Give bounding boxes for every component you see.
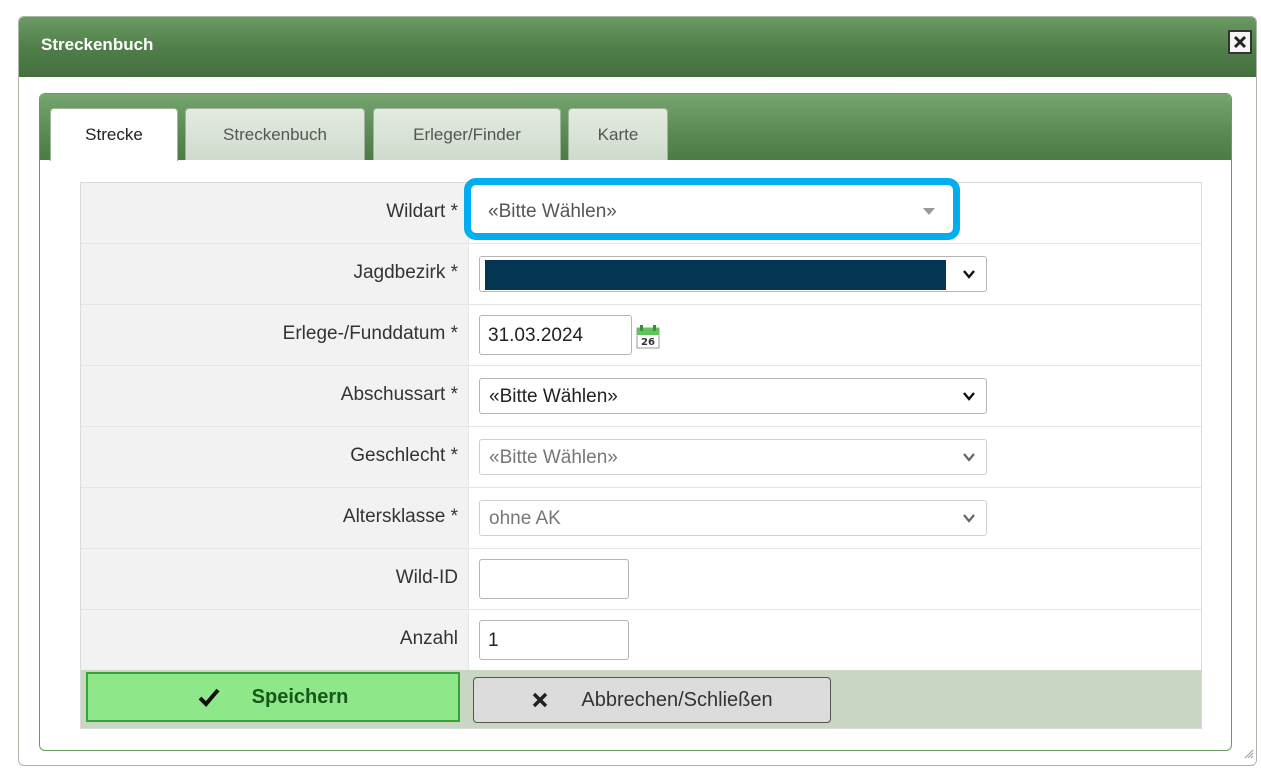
row-geschlecht: Geschlecht * «Bitte Wählen» [81,427,1201,488]
streckenbuch-dialog: Streckenbuch Strecke Streckenbuch Erlege… [18,16,1257,766]
altersklasse-label: Altersklasse * [342,506,458,527]
wildart-label: Wildart * [386,201,458,222]
label-cell: Anzahl [81,610,469,670]
abschussart-value: «Bitte Wählen» [489,386,618,407]
row-datum: Erlege-/Funddatum * 31.03.2024 26 [81,305,1201,366]
row-wildart: Wildart * «Bitte Wählen» [81,178,1201,244]
geschlecht-value: «Bitte Wählen» [489,447,618,468]
abschussart-select[interactable]: «Bitte Wählen» [479,378,987,414]
wildart-highlight: «Bitte Wählen» [464,178,960,240]
label-cell: Geschlecht * [81,427,469,487]
anzahl-input[interactable]: 1 [479,620,629,660]
anzahl-label: Anzahl [399,628,458,649]
datum-input[interactable]: 31.03.2024 [479,315,632,355]
wild-id-input[interactable] [479,559,629,599]
label-cell: Abschussart * [81,366,469,426]
close-icon [533,692,548,708]
tab-bar: Strecke Streckenbuch Erleger/Finder Kart… [40,94,1231,161]
cancel-close-button[interactable]: Abbrechen/Schließen [473,677,831,723]
row-abschussart: Abschussart * «Bitte Wählen» [81,366,1201,427]
dialog-titlebar[interactable]: Streckenbuch [19,17,1256,77]
label-cell: Wildart * [81,183,469,243]
strecke-form: Wildart * «Bitte Wählen» Jagdbezirk * Er… [80,178,1202,729]
wildart-select[interactable]: «Bitte Wählen» [481,194,943,226]
resize-handle-icon[interactable] [1242,747,1254,759]
row-jagdbezirk: Jagdbezirk * [81,244,1201,305]
chevron-down-icon [963,270,975,279]
tab-strecke[interactable]: Strecke [50,108,178,161]
jagdbezirk-label: Jagdbezirk * [353,262,458,283]
checkmark-icon [198,688,220,707]
datum-label: Erlege-/Funddatum * [282,323,458,344]
tab-karte[interactable]: Karte [568,108,668,160]
row-anzahl: Anzahl 1 [81,610,1201,670]
tab-panel: Strecke Streckenbuch Erleger/Finder Kart… [39,93,1232,751]
geschlecht-label: Geschlecht * [350,445,458,466]
label-cell: Altersklasse * [81,488,469,548]
label-cell: Erlege-/Funddatum * [81,305,469,365]
wild-id-label: Wild-ID [395,567,458,588]
row-altersklasse: Altersklasse * ohne AK [81,488,1201,549]
calendar-icon[interactable]: 26 [636,325,660,349]
altersklasse-value: ohne AK [489,508,561,529]
close-button[interactable] [1228,30,1252,54]
label-cell: Wild-ID [81,549,469,609]
dialog-title: Streckenbuch [41,35,154,54]
dropdown-arrow-icon [923,208,935,215]
label-cell: Jagdbezirk * [81,244,469,304]
save-button-label: Speichern [251,685,349,708]
tab-erleger-finder[interactable]: Erleger/Finder [373,108,561,160]
chevron-down-icon [963,514,975,523]
cancel-button-label: Abbrechen/Schließen [581,688,773,711]
abschussart-label: Abschussart * [340,384,458,405]
close-icon [1233,35,1247,49]
jagdbezirk-select[interactable] [479,256,987,292]
save-button[interactable]: Speichern [86,672,460,722]
wildart-value: «Bitte Wählen» [488,201,617,222]
chevron-down-icon [963,392,975,401]
datum-value: 31.03.2024 [488,325,584,346]
chevron-down-icon [963,453,975,462]
altersklasse-select[interactable]: ohne AK [479,500,987,536]
row-wild-id: Wild-ID [81,549,1201,610]
redacted-value [485,260,946,290]
anzahl-value: 1 [488,630,499,651]
button-bar: Speichern Abbrechen/Schließen [81,670,1201,728]
calendar-day: 26 [641,337,655,348]
geschlecht-select[interactable]: «Bitte Wählen» [479,439,987,475]
tab-streckenbuch[interactable]: Streckenbuch [185,108,365,160]
